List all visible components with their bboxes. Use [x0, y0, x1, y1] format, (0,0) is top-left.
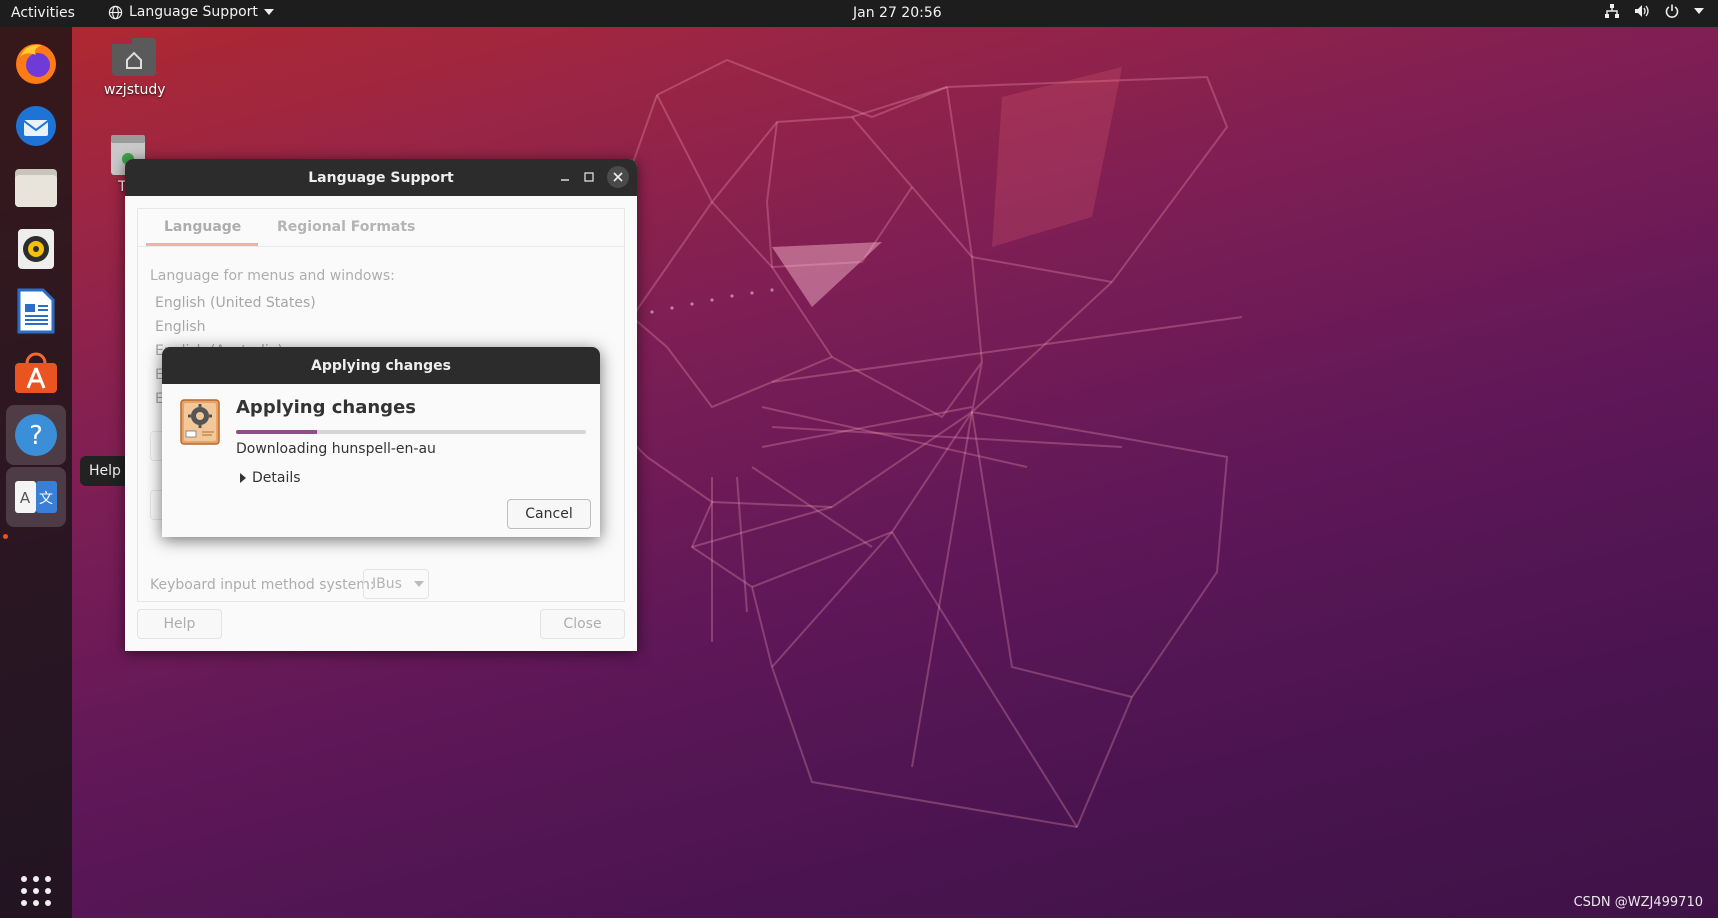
- language-support-launcher[interactable]: A文: [6, 467, 66, 527]
- progress-bar: [236, 430, 586, 434]
- language-icon: A文: [15, 481, 57, 513]
- dock-tooltip: Help: [80, 456, 130, 486]
- close-icon: [613, 172, 623, 182]
- dialog-titlebar[interactable]: Applying changes: [162, 347, 600, 384]
- watermark: CSDN @WZJ499710: [1573, 895, 1703, 910]
- chevron-down-icon[interactable]: [1694, 7, 1704, 15]
- document-icon: [17, 288, 55, 334]
- tab-bar: Language Regional Formats: [138, 209, 624, 247]
- help-icon: ?: [15, 414, 57, 456]
- close-window-button[interactable]: [607, 166, 629, 188]
- active-tab-indicator: [146, 243, 258, 246]
- files-launcher[interactable]: [6, 157, 66, 217]
- help-launcher[interactable]: ?: [6, 405, 66, 465]
- network-icon[interactable]: [1604, 3, 1620, 19]
- maximize-icon[interactable]: [583, 171, 595, 183]
- progress-status: Downloading hunspell-en-au: [236, 441, 436, 457]
- cancel-button[interactable]: Cancel: [507, 499, 591, 529]
- language-list-label: Language for menus and windows:: [150, 268, 395, 284]
- thunderbird-launcher[interactable]: [6, 95, 66, 155]
- app-menu[interactable]: Language Support: [108, 4, 274, 20]
- app-menu-label: Language Support: [129, 4, 258, 20]
- firefox-icon: [16, 44, 56, 84]
- close-button[interactable]: Close: [540, 609, 625, 639]
- firefox-launcher[interactable]: [6, 33, 66, 93]
- window-title: Language Support: [308, 169, 454, 186]
- tab-language[interactable]: Language: [164, 219, 241, 235]
- top-bar: Activities Language Support Jan 27 20:56: [0, 0, 1718, 27]
- activities-button[interactable]: Activities: [11, 5, 75, 21]
- svg-text:?: ?: [29, 421, 43, 451]
- package-gear-icon: [180, 399, 220, 445]
- keyboard-input-label: Keyboard input method system:: [150, 577, 375, 593]
- dialog-heading: Applying changes: [236, 397, 416, 418]
- keyboard-input-value: IBus: [372, 576, 402, 592]
- thunderbird-icon: [16, 106, 56, 146]
- chevron-down-icon: [413, 581, 424, 587]
- tab-regional-formats[interactable]: Regional Formats: [277, 219, 415, 235]
- system-tray[interactable]: [1604, 3, 1704, 19]
- minimize-icon[interactable]: [559, 171, 571, 183]
- writer-launcher[interactable]: [6, 281, 66, 341]
- applying-changes-dialog: Applying changes Applying changes Downlo…: [162, 347, 600, 537]
- home-folder-desktop-icon[interactable]: wzjstudy: [104, 36, 166, 98]
- power-icon[interactable]: [1664, 3, 1680, 19]
- list-item[interactable]: English: [151, 315, 609, 339]
- dock: ? A文: [0, 27, 72, 918]
- speaker-icon: [18, 229, 54, 269]
- clock[interactable]: Jan 27 20:56: [853, 5, 942, 21]
- window-titlebar[interactable]: Language Support: [125, 159, 637, 196]
- chevron-down-icon: [263, 9, 274, 15]
- list-item[interactable]: English (United States): [151, 291, 609, 315]
- folder-icon: [15, 169, 57, 207]
- ubuntu-software-launcher[interactable]: [6, 343, 66, 403]
- shopping-bag-icon: [15, 352, 57, 393]
- details-label: Details: [252, 470, 301, 486]
- rhythmbox-launcher[interactable]: [6, 219, 66, 279]
- progress-fill: [236, 430, 317, 434]
- globe-icon: [108, 5, 123, 19]
- home-folder-label: wzjstudy: [104, 82, 166, 98]
- running-indicator: [3, 534, 8, 539]
- keyboard-input-select[interactable]: IBus: [363, 569, 429, 599]
- app-grid-icon: [21, 876, 51, 906]
- details-expander[interactable]: Details: [240, 470, 301, 486]
- home-folder-icon: [112, 38, 156, 76]
- help-button[interactable]: Help: [137, 609, 222, 639]
- dialog-title: Applying changes: [311, 357, 451, 374]
- chevron-right-icon: [240, 473, 246, 483]
- volume-icon[interactable]: [1634, 3, 1650, 19]
- svg-text:A: A: [20, 489, 31, 507]
- show-applications-button[interactable]: [6, 861, 66, 918]
- svg-text:文: 文: [39, 491, 53, 507]
